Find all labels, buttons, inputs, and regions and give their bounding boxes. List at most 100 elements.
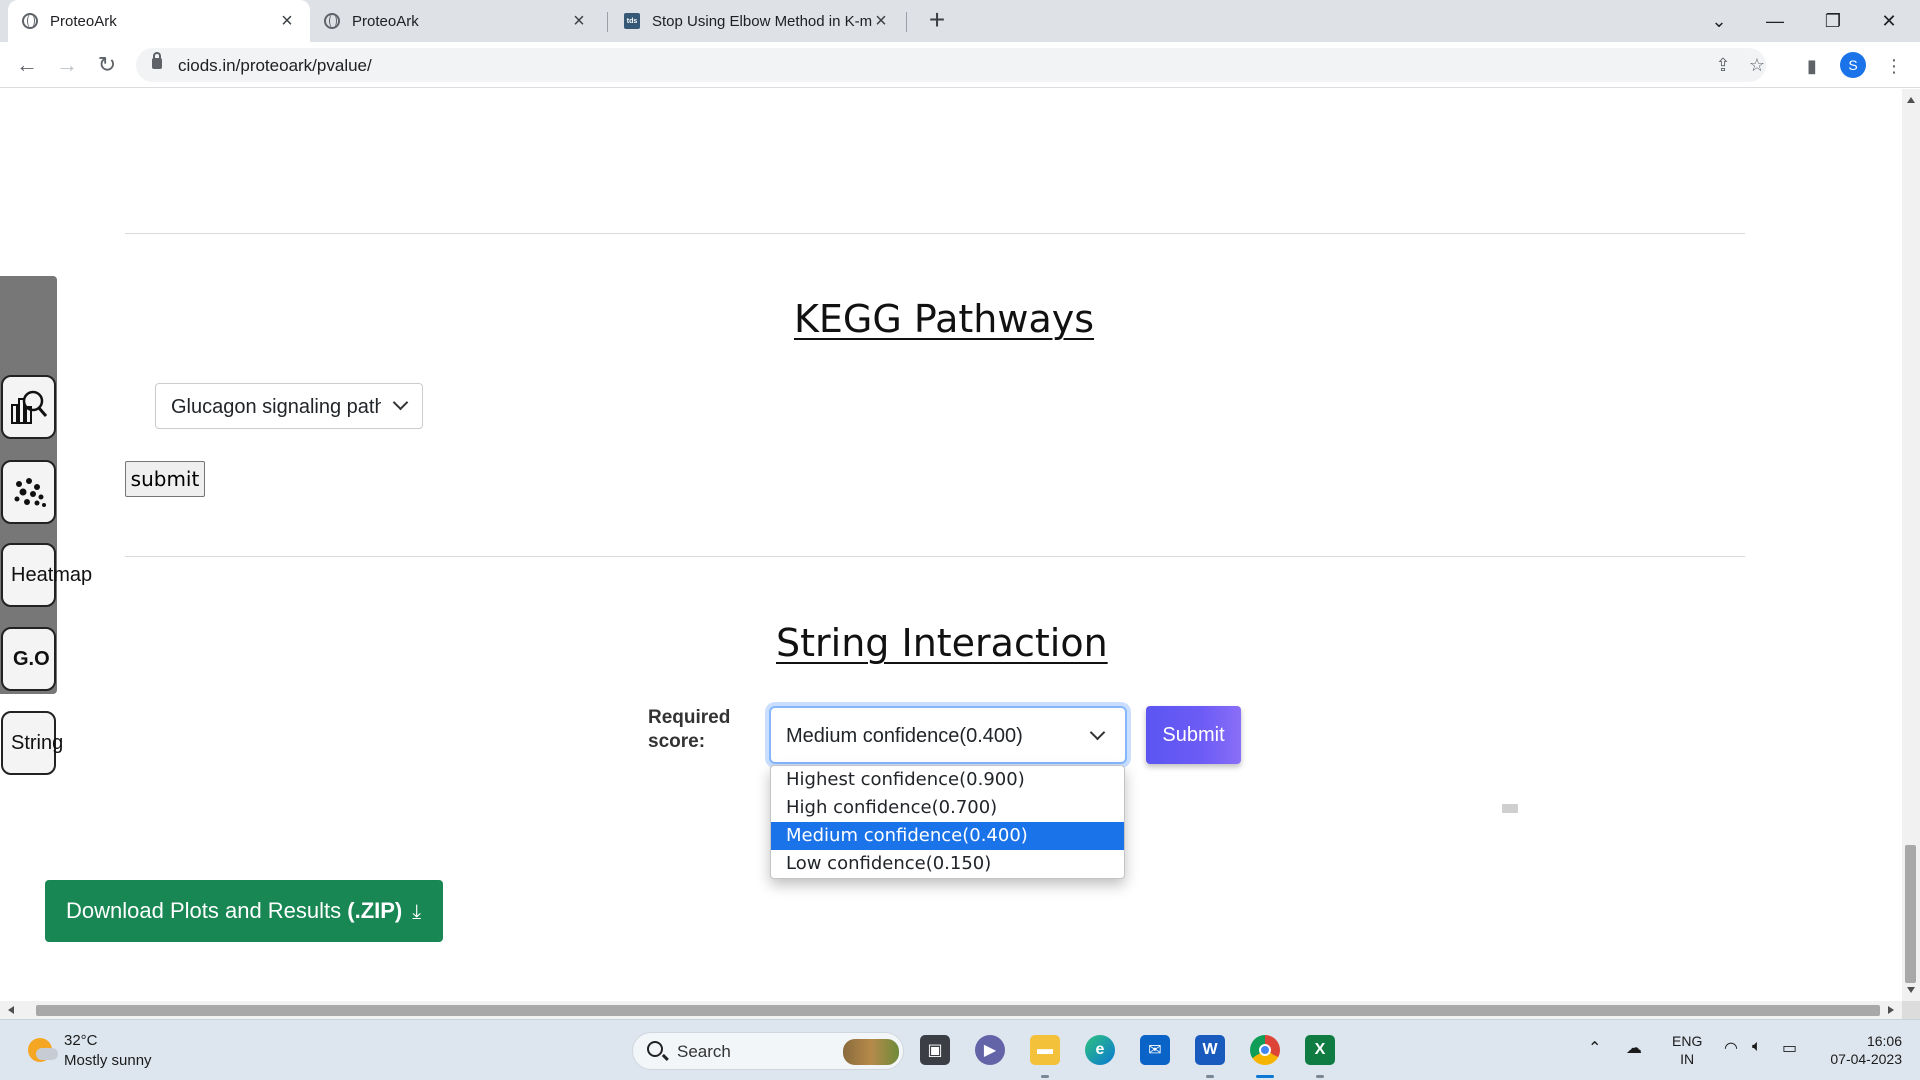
side-tools-panel: Heatmap G.O String [0,276,92,775]
cloud-icon[interactable] [36,1048,58,1060]
close-icon[interactable]: × [872,11,890,31]
string-title: String Interaction [776,621,1108,665]
tab-proteoark[interactable]: ProteoArk × [310,0,602,42]
lang-code: ENG [1672,1033,1703,1049]
browser-toolbar: ← → ↻ ciods.in/proteoark/pvalue/ ⇪ ☆ ▮ S… [0,42,1920,88]
side-scatter-button[interactable] [1,460,56,524]
tab-search-chevron-icon[interactable]: ⌄ [1696,0,1742,42]
system-clock[interactable]: 16:06 07-04-2023 [1822,1032,1902,1068]
string-label: String [11,732,64,754]
running-indicator [1206,1075,1214,1078]
magnifier-chart-icon [10,390,47,424]
weather-temperature[interactable]: 32°C [64,1032,98,1049]
menu-kebab-icon[interactable]: ⋮ [1882,54,1906,78]
side-go-button[interactable]: G.O [1,627,56,691]
windows-start-icon[interactable] [584,1035,614,1065]
download-zip-button[interactable]: Download Plots and Results (.ZIP) ⤓ [45,880,443,942]
excel-icon[interactable]: X [1305,1035,1335,1065]
download-icon: ⤓ [412,901,422,923]
side-heatmap-button[interactable]: Heatmap [1,543,92,607]
tds-favicon-icon: tds [624,13,640,29]
window-close-icon[interactable]: ✕ [1866,0,1912,42]
url-text[interactable]: ciods.in/proteoark/pvalue/ [178,56,372,76]
loading-placeholder [1502,804,1518,813]
tab-strip: ProteoArk × ProteoArk × tds Stop Using E… [0,0,1920,42]
profile-avatar[interactable]: S [1840,52,1866,78]
active-app-indicator [1256,1075,1274,1078]
page-viewport: KEGG Pathways Glucagon signaling pathway… [0,89,1902,1001]
tab-title: ProteoArk [50,12,117,30]
weather-description[interactable]: Mostly sunny [64,1052,152,1069]
clock-date: 07-04-2023 [1830,1051,1902,1067]
chevron-down-icon [1089,724,1106,741]
kegg-submit-button[interactable]: submit [125,461,205,497]
option-high-confidence[interactable]: High confidence(0.700) [771,794,1124,822]
required-score-select[interactable]: Medium confidence(0.400) [769,706,1127,764]
vertical-scroll-thumb[interactable] [1905,845,1916,983]
restore-icon[interactable]: ❐ [1810,0,1856,42]
address-bar[interactable]: ciods.in/proteoark/pvalue/ ⇪ ☆ [136,48,1766,82]
option-medium-confidence[interactable]: Medium confidence(0.400) [771,822,1124,850]
clock-time: 16:06 [1866,1033,1902,1049]
edge-browser-icon[interactable]: e [1085,1035,1115,1065]
option-highest-confidence[interactable]: Highest confidence(0.900) [771,766,1124,794]
scatter-dots-icon [14,478,46,507]
tab-title: ProteoArk [352,12,419,30]
close-icon[interactable]: × [278,11,296,31]
chrome-icon[interactable] [1250,1035,1280,1065]
taskbar-search[interactable]: Search [632,1032,904,1070]
reload-icon[interactable]: ↻ [92,50,122,80]
scroll-up-icon[interactable] [1907,97,1915,103]
search-highlight-image [843,1039,899,1065]
vertical-scrollbar[interactable] [1902,89,1920,1001]
scroll-down-icon[interactable] [1907,987,1915,993]
kegg-pathway-select[interactable]: Glucagon signaling pathway [155,383,423,429]
score-selected-value: Medium confidence(0.400) [786,725,1023,747]
mail-icon[interactable]: ✉ [1140,1035,1170,1065]
side-string-button[interactable]: String [1,711,63,775]
lock-icon[interactable] [152,52,162,69]
kegg-title: KEGG Pathways [794,297,1095,341]
option-low-confidence[interactable]: Low confidence(0.150) [771,850,1124,878]
download-ext: (.ZIP) [347,898,403,923]
back-icon[interactable]: ← [12,50,42,80]
horizontal-scroll-thumb[interactable] [36,1005,1880,1016]
scroll-right-icon[interactable] [1888,1006,1894,1014]
scrollbar-corner [1902,1001,1920,1019]
horizontal-scrollbar[interactable] [0,1001,1902,1019]
running-indicator [1316,1075,1324,1078]
tab-title: Stop Using Elbow Method in K-m [652,12,872,30]
tab-elbow-method[interactable]: tds Stop Using Elbow Method in K-m × [610,0,904,42]
chevron-down-icon [392,394,409,411]
teams-chat-icon[interactable]: ▶ [975,1035,1005,1065]
input-language[interactable]: ENG IN [1672,1032,1702,1068]
task-view-icon[interactable]: ▣ [920,1035,950,1065]
bookmark-star-icon[interactable]: ☆ [1746,54,1768,76]
word-icon[interactable]: W [1195,1035,1225,1065]
close-icon[interactable]: × [570,11,588,31]
tab-separator [607,12,608,32]
share-icon[interactable]: ⇪ [1712,54,1734,76]
side-search-chart-button[interactable] [1,375,56,439]
scroll-left-icon[interactable] [8,1006,14,1014]
score-options-dropdown: Highest confidence(0.900) High confidenc… [770,765,1125,879]
go-label: G.O [13,648,50,670]
search-icon [647,1041,663,1057]
section-divider [125,233,1745,234]
tab-proteoark-active[interactable]: ProteoArk × [8,0,310,42]
volume-icon[interactable]: 🔈︎ [1752,1038,1762,1056]
kegg-selected-value: Glucagon signaling pathway [171,396,381,418]
section-divider [125,556,1745,557]
tab-separator [906,12,907,32]
onedrive-cloud-icon[interactable]: ☁ [1626,1038,1642,1058]
tray-overflow-chevron-icon[interactable]: ⌃ [1588,1038,1601,1058]
download-label: Download Plots and Results [66,898,348,923]
side-panel-icon[interactable]: ▮ [1800,54,1824,78]
file-explorer-icon[interactable]: ▬ [1030,1035,1060,1065]
battery-icon[interactable]: ▭ [1782,1038,1797,1058]
forward-icon[interactable]: → [52,50,82,80]
minimize-icon[interactable]: — [1752,0,1798,42]
wifi-icon[interactable]: ◠ [1724,1038,1738,1058]
new-tab-icon[interactable]: + [922,6,952,36]
string-submit-button[interactable]: Submit [1146,706,1241,764]
